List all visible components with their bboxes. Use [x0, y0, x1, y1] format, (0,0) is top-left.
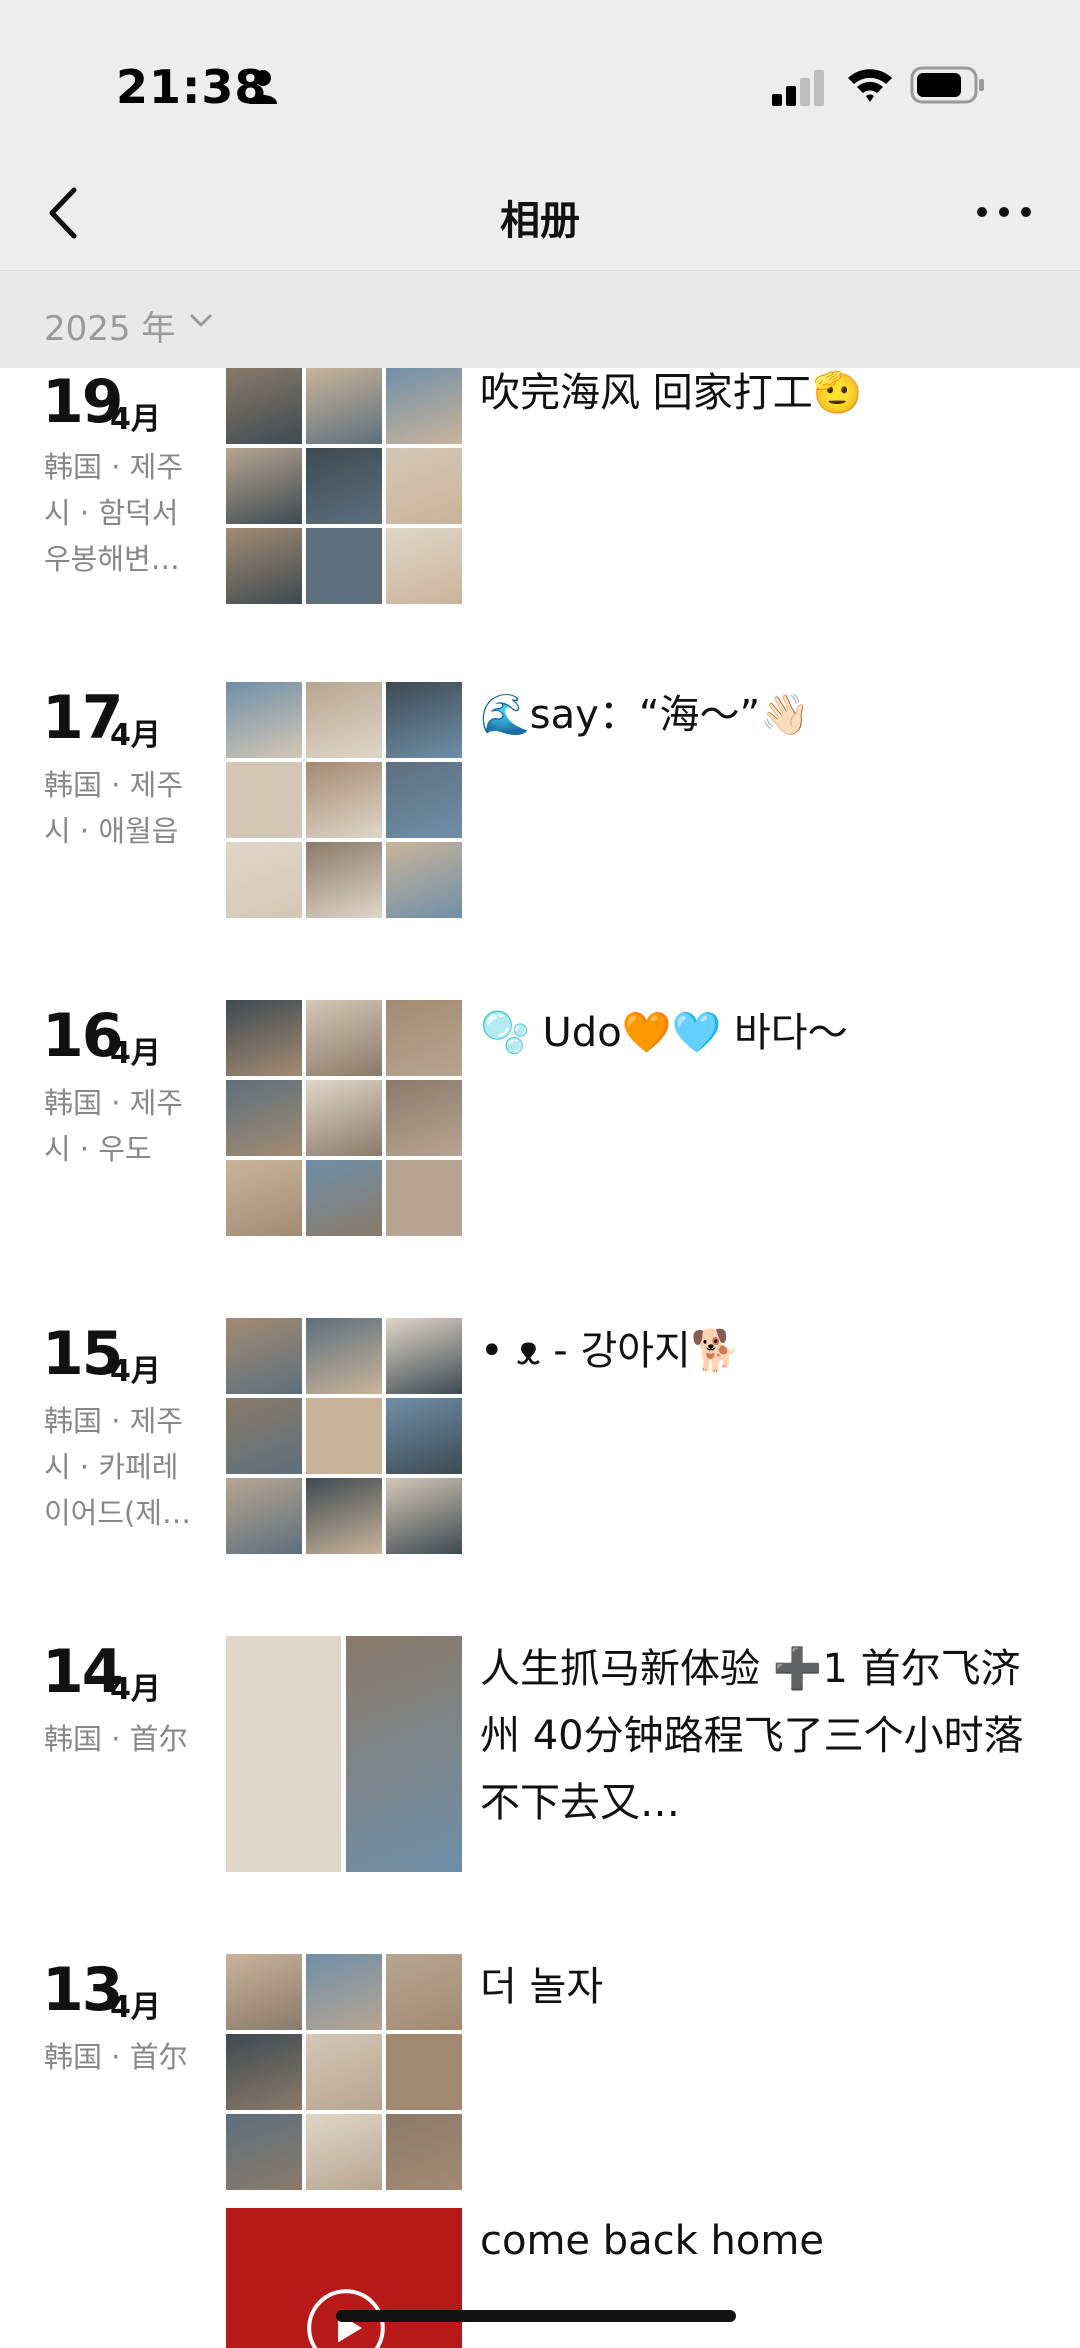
- entry-month: 4月: [110, 1036, 161, 1071]
- photo-thumbnail[interactable]: [386, 2114, 462, 2190]
- entry-location: 韩国 · 제주시 · 애월읍: [44, 768, 184, 848]
- photo-thumbnail[interactable]: [226, 1160, 302, 1236]
- photo-thumbnail[interactable]: [306, 528, 382, 604]
- photo-thumbnail[interactable]: [306, 1398, 382, 1474]
- photo-thumbnail[interactable]: [306, 2114, 382, 2190]
- year-filter[interactable]: 2025 年: [0, 270, 1080, 368]
- photo-thumbnail[interactable]: [226, 1398, 302, 1474]
- photo-thumbnail[interactable]: [386, 448, 462, 524]
- photo-thumbnail[interactable]: [386, 1954, 462, 2030]
- photo-thumbnail[interactable]: [386, 528, 462, 604]
- photo-grid[interactable]: [226, 368, 462, 604]
- entry-location: 韩国 · 제주시 · 카페레이어드(제…: [44, 1404, 192, 1530]
- video-thumbnail[interactable]: [226, 2208, 462, 2348]
- photo-thumbnail[interactable]: [226, 2114, 302, 2190]
- chevron-down-icon: [190, 314, 212, 327]
- photo-thumbnail[interactable]: [306, 448, 382, 524]
- photo-thumbnail[interactable]: [306, 1954, 382, 2030]
- photo-grid[interactable]: [226, 1318, 462, 1554]
- entry-month: 4月: [110, 718, 161, 753]
- entry-month: 4月: [110, 1354, 161, 1389]
- year-label: 2025 年: [44, 309, 176, 349]
- photo-thumbnail[interactable]: [386, 1160, 462, 1236]
- video-thumb-image: [226, 2208, 462, 2348]
- cellular-signal-icon: [772, 70, 824, 106]
- photo-grid[interactable]: [226, 1954, 462, 2190]
- photo-thumbnail[interactable]: [386, 1398, 462, 1474]
- photo-thumbnail[interactable]: [386, 1478, 462, 1554]
- photo-thumbnail[interactable]: [306, 1318, 382, 1394]
- photo-thumbnail[interactable]: [226, 2034, 302, 2110]
- photo-thumbnail[interactable]: [226, 842, 302, 918]
- photo-thumbnail[interactable]: [386, 762, 462, 838]
- photo-thumbnail[interactable]: [306, 762, 382, 838]
- photo-thumbnail[interactable]: [226, 1954, 302, 2030]
- entry-month: 4月: [110, 1672, 161, 1707]
- wifi-icon: [848, 69, 892, 102]
- more-options-icon[interactable]: [976, 204, 1032, 220]
- photo-thumbnail[interactable]: [226, 682, 302, 758]
- photo-thumbnail[interactable]: [306, 368, 382, 444]
- photo-thumbnail[interactable]: [386, 682, 462, 758]
- photo-thumbnail[interactable]: [226, 448, 302, 524]
- photo-thumbnail[interactable]: [346, 1636, 462, 1872]
- photo-thumbnail[interactable]: [306, 842, 382, 918]
- photo-thumbnail[interactable]: [306, 2034, 382, 2110]
- photo-thumbnail[interactable]: [306, 1000, 382, 1076]
- photo-thumbnail[interactable]: [386, 1080, 462, 1156]
- entry-month: 4月: [110, 402, 161, 437]
- photo-grid[interactable]: [226, 682, 462, 918]
- entry-location: 韩国 · 首尔: [44, 2040, 188, 2074]
- photo-thumbnail[interactable]: [226, 1478, 302, 1554]
- photo-thumbnail[interactable]: [306, 1478, 382, 1554]
- photo-grid[interactable]: [226, 1636, 462, 1872]
- person-icon: [249, 70, 277, 104]
- photo-grid[interactable]: [226, 1000, 462, 1236]
- photo-thumbnail[interactable]: [306, 682, 382, 758]
- photo-thumbnail[interactable]: [226, 528, 302, 604]
- entry-caption: come back home: [480, 2218, 824, 2264]
- photo-thumbnail[interactable]: [306, 1080, 382, 1156]
- entry-caption: 🫧 Udo🧡🩵 바다～: [480, 1010, 848, 1056]
- photo-thumbnail[interactable]: [386, 1000, 462, 1076]
- page-title: 相册: [500, 198, 580, 244]
- photo-thumbnail[interactable]: [386, 842, 462, 918]
- entry-caption: 🌊say：“海～”👋🏻: [480, 692, 811, 738]
- battery-icon: [910, 66, 984, 104]
- entry-location: 韩国 · 제주시 · 함덕서우봉해변…: [44, 450, 184, 576]
- entry-caption: 人生抓马新体验 ➕1 首尔飞济州 40分钟路程飞了三个小时落不下去又…: [480, 1646, 1024, 1826]
- entry-caption: 吹完海风 回家打工🫡: [480, 370, 863, 416]
- entry-location: 韩国 · 제주시 · 우도: [44, 1086, 184, 1166]
- photo-thumbnail[interactable]: [226, 368, 302, 444]
- photo-thumbnail[interactable]: [226, 1000, 302, 1076]
- photo-thumbnail[interactable]: [226, 1080, 302, 1156]
- photo-thumbnail[interactable]: [386, 2034, 462, 2110]
- entry-caption: 더 놀자: [480, 1964, 604, 2010]
- nav-bar: 相册: [0, 160, 1080, 270]
- entry-location: 韩国 · 首尔: [44, 1722, 188, 1756]
- photo-thumbnail[interactable]: [226, 1318, 302, 1394]
- entry-month: 4月: [110, 1990, 161, 2025]
- home-indicator: [336, 2310, 736, 2322]
- status-time: 21:38: [116, 60, 268, 114]
- photo-thumbnail[interactable]: [226, 1636, 341, 1872]
- photo-thumbnail[interactable]: [386, 368, 462, 444]
- photo-thumbnail[interactable]: [386, 1318, 462, 1394]
- entry-caption: • ᴥ - 강아지🐕: [480, 1328, 741, 1374]
- photo-thumbnail[interactable]: [226, 762, 302, 838]
- status-bar: 21:38: [0, 0, 1080, 160]
- photo-thumbnail[interactable]: [306, 1160, 382, 1236]
